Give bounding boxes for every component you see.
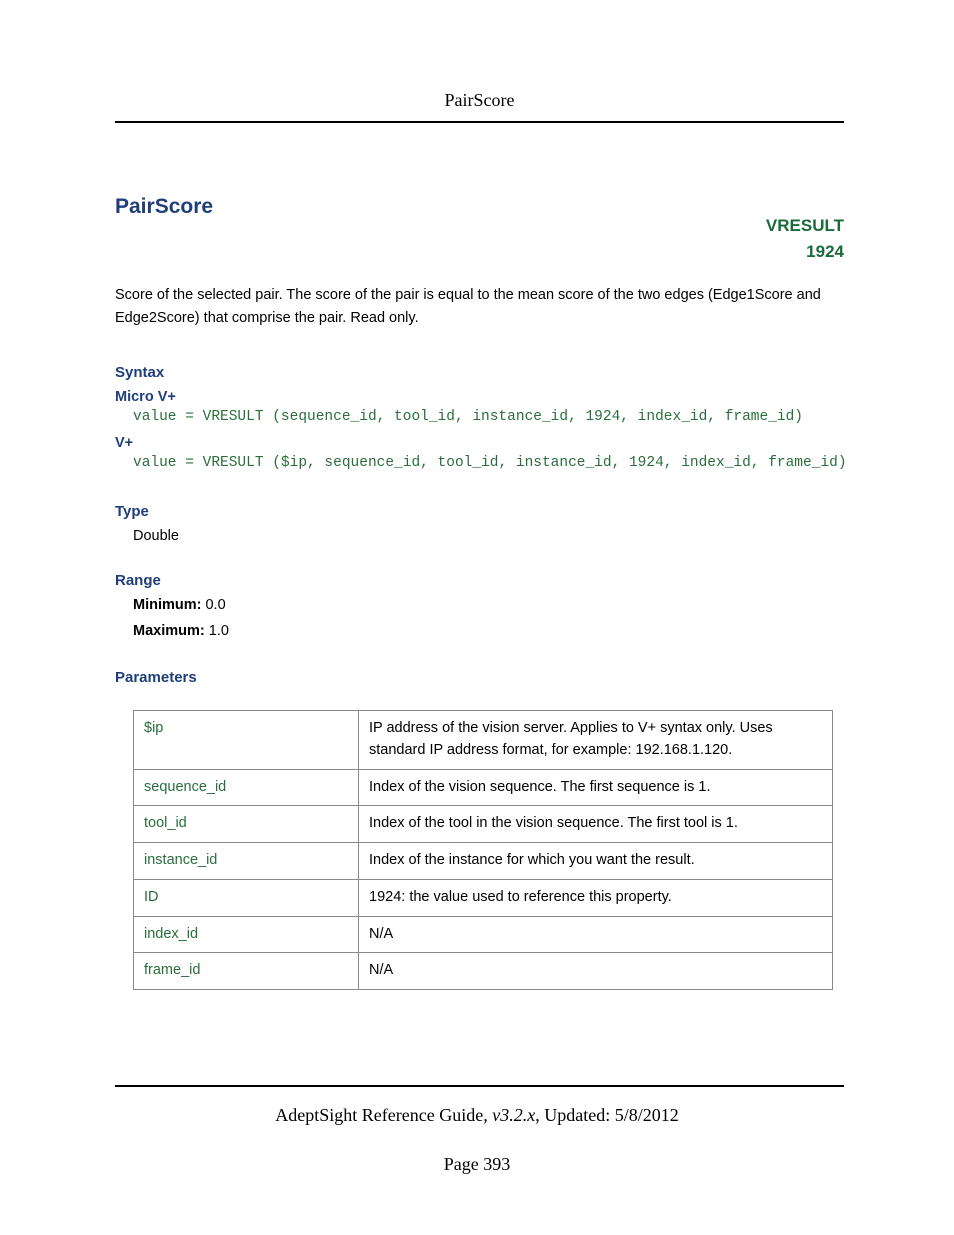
- running-header: PairScore: [115, 90, 844, 123]
- vplus-code: value = VRESULT ($ip, sequence_id, tool_…: [133, 455, 844, 471]
- micro-vplus-code: value = VRESULT (sequence_id, tool_id, i…: [133, 409, 844, 425]
- type-value: Double: [133, 528, 844, 544]
- param-name-cell: tool_id: [134, 806, 359, 843]
- range-max-value: 1.0: [205, 623, 229, 639]
- range-min-label: Minimum:: [133, 597, 201, 613]
- param-name-cell: instance_id: [134, 843, 359, 880]
- param-desc-cell: 1924: the value used to reference this p…: [359, 879, 833, 916]
- param-desc-cell: N/A: [359, 953, 833, 990]
- footer-version: , v3.2.x: [483, 1105, 535, 1125]
- param-name-cell: index_id: [134, 916, 359, 953]
- parameters-heading: Parameters: [115, 669, 844, 686]
- param-desc-cell: Index of the instance for which you want…: [359, 843, 833, 880]
- page-title: PairScore: [115, 195, 213, 219]
- table-row: $ipIP address of the vision server. Appl…: [134, 711, 833, 770]
- footer-updated: , Updated: 5/8/2012: [535, 1105, 678, 1125]
- range-min: Minimum: 0.0: [133, 597, 844, 613]
- param-name-cell: frame_id: [134, 953, 359, 990]
- table-row: index_idN/A: [134, 916, 833, 953]
- intro-paragraph: Score of the selected pair. The score of…: [115, 284, 844, 330]
- micro-vplus-label: Micro V+: [115, 389, 844, 405]
- table-row: ID1924: the value used to reference this…: [134, 879, 833, 916]
- table-row: frame_idN/A: [134, 953, 833, 990]
- vresult-tag: VRESULT 1924: [766, 213, 844, 266]
- table-row: instance_idIndex of the instance for whi…: [134, 843, 833, 880]
- range-heading: Range: [115, 572, 844, 589]
- parameters-table: $ipIP address of the vision server. Appl…: [133, 710, 833, 990]
- range-max: Maximum: 1.0: [133, 623, 844, 639]
- param-desc-cell: Index of the tool in the vision sequence…: [359, 806, 833, 843]
- page-footer: AdeptSight Reference Guide, v3.2.x, Upda…: [0, 1085, 954, 1175]
- vplus-label: V+: [115, 435, 844, 451]
- vresult-label: VRESULT: [766, 213, 844, 239]
- table-row: sequence_idIndex of the vision sequence.…: [134, 769, 833, 806]
- footer-guide: AdeptSight Reference Guide: [275, 1105, 483, 1125]
- range-min-value: 0.0: [201, 597, 225, 613]
- syntax-heading: Syntax: [115, 364, 844, 381]
- range-max-label: Maximum:: [133, 623, 205, 639]
- type-heading: Type: [115, 503, 844, 520]
- param-name-cell: $ip: [134, 711, 359, 770]
- vresult-code: 1924: [766, 239, 844, 265]
- param-name-cell: ID: [134, 879, 359, 916]
- table-row: tool_idIndex of the tool in the vision s…: [134, 806, 833, 843]
- param-desc-cell: Index of the vision sequence. The first …: [359, 769, 833, 806]
- param-desc-cell: N/A: [359, 916, 833, 953]
- param-desc-cell: IP address of the vision server. Applies…: [359, 711, 833, 770]
- param-name-cell: sequence_id: [134, 769, 359, 806]
- footer-page-number: Page 393: [0, 1154, 954, 1175]
